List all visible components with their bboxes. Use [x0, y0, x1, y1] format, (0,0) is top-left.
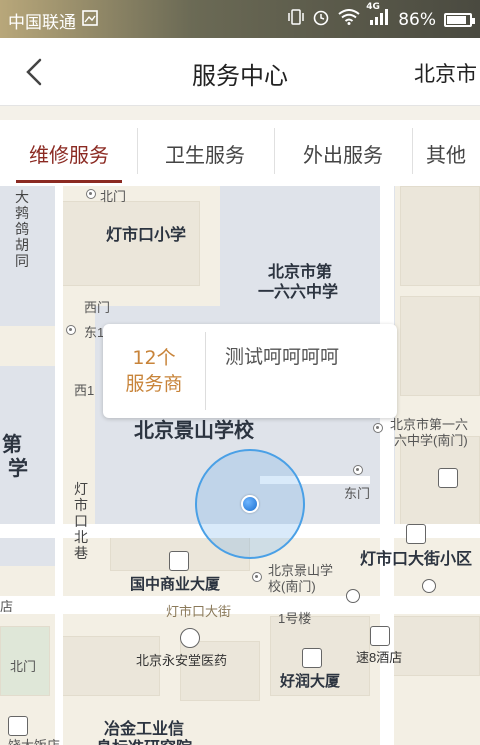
service-popup[interactable]: 12个 服务商 测试呵呵呵呵	[103, 324, 397, 418]
map-label: 学	[8, 456, 28, 480]
map-label: 速8酒店	[356, 650, 403, 665]
tab-divider	[274, 128, 275, 174]
tab-hygiene[interactable]: 卫生服务	[150, 120, 260, 186]
provider-count-label: 服务商	[125, 373, 183, 395]
hotel-icon	[8, 716, 28, 736]
alarm-icon	[312, 8, 330, 31]
map-label: 好润大厦	[280, 673, 341, 690]
battery-fill	[447, 15, 466, 24]
map-label: 北门	[100, 189, 127, 204]
map-label: 1号楼	[278, 611, 312, 626]
tab-other[interactable]: 其他	[426, 120, 480, 186]
map-label: 北门	[10, 659, 37, 674]
restroom-icon	[438, 468, 458, 488]
poi-marker	[86, 189, 96, 199]
vibrate-icon	[288, 8, 304, 31]
map-label: 店	[0, 599, 14, 614]
tab-outing[interactable]: 外出服务	[288, 120, 398, 186]
map-label: 饶大饭店	[8, 735, 60, 745]
network-type: 4G	[366, 2, 380, 12]
building-icon	[169, 551, 189, 571]
map-label: 国中商业大厦	[130, 576, 221, 593]
map-label: 一六六中学	[258, 284, 339, 301]
building-icon	[302, 648, 322, 668]
battery-icon	[444, 12, 475, 27]
parking-icon	[346, 589, 360, 603]
map-block	[380, 616, 480, 676]
carrier-label: 中国联通	[8, 13, 76, 33]
signal-icon: 4G	[366, 2, 390, 31]
map-block	[400, 186, 480, 286]
map-road	[55, 186, 63, 745]
map-label: 灯市口小学	[106, 227, 187, 244]
city-selector[interactable]: 北京市	[414, 58, 477, 88]
poi-marker	[373, 423, 383, 433]
map-label: 第	[2, 432, 22, 456]
wifi-icon	[338, 9, 360, 30]
poi-marker	[66, 325, 76, 335]
hotel-icon	[370, 626, 390, 646]
status-bar: 中国联通 4G 86%	[0, 0, 480, 38]
title-bar: 服务中心 北京市	[0, 38, 480, 106]
parking-icon	[422, 579, 436, 593]
map-label: 息标准研究院	[96, 734, 192, 745]
page-title: 服务中心	[192, 62, 288, 90]
map-label: 大鹁鸽胡同	[15, 190, 29, 270]
map-label: 校(南门)	[268, 579, 316, 594]
map-label: 六中学(南门)	[394, 433, 468, 448]
provider-name[interactable]: 测试呵呵呵呵	[225, 342, 339, 369]
map-label: 灯市口北巷	[74, 482, 88, 562]
tab-divider	[137, 128, 138, 174]
poi-marker	[353, 465, 363, 475]
battery-percent: 86%	[398, 9, 436, 30]
tab-divider	[412, 128, 413, 174]
map-label: 东门	[344, 486, 371, 501]
map-label: 西1	[74, 383, 95, 398]
popup-divider	[205, 332, 206, 410]
map-road	[0, 596, 480, 614]
map-label: 东1	[84, 325, 105, 340]
home-icon	[406, 524, 426, 544]
tab-repair[interactable]: 维修服务	[16, 120, 122, 186]
map-area	[0, 186, 60, 326]
poi-marker	[252, 572, 262, 582]
map-label: 灯市口大街小区	[360, 551, 473, 568]
provider-count[interactable]: 12个 服务商	[103, 324, 205, 418]
active-tab-indicator	[16, 180, 122, 183]
gallery-icon	[82, 10, 98, 31]
provider-count-number: 12个	[132, 347, 176, 369]
map-label: 北京景山学校	[134, 420, 254, 442]
pharmacy-icon	[180, 628, 200, 648]
service-tabs: 维修服务 卫生服务 外出服务 其他	[0, 120, 480, 186]
map-label: 灯市口大街	[166, 604, 232, 619]
map-block	[400, 296, 480, 396]
map-label: 西门	[84, 300, 111, 315]
current-location-icon	[241, 495, 259, 513]
map-label: 北京永安堂医药	[136, 653, 228, 668]
